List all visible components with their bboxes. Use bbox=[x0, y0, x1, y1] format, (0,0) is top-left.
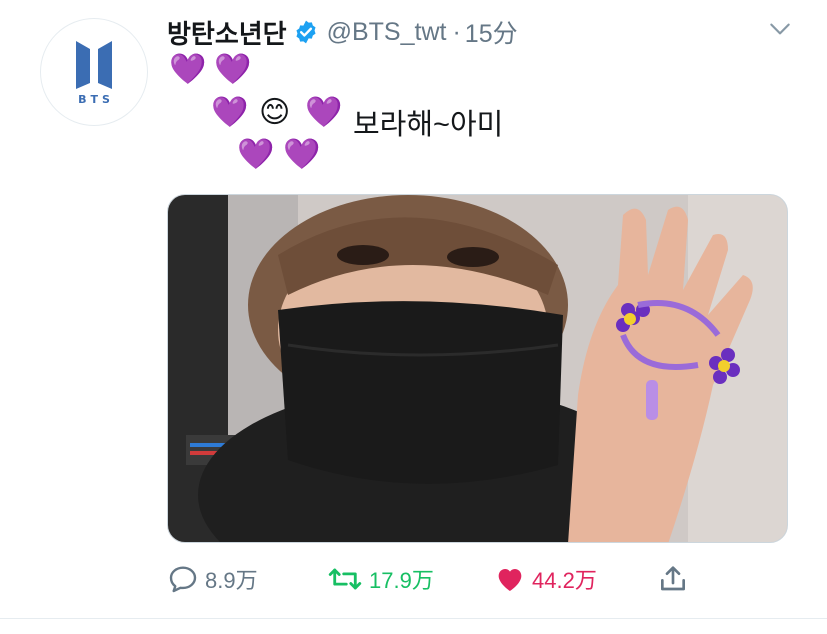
share-button[interactable] bbox=[657, 561, 689, 597]
reply-icon bbox=[169, 566, 197, 593]
heart-filled-icon bbox=[498, 569, 522, 591]
purple-heart-emoji: 💜 bbox=[283, 138, 321, 171]
purple-heart-emoji: 💜 bbox=[214, 53, 252, 86]
purple-heart-emoji: 💜 bbox=[211, 96, 249, 129]
bts-logo-icon bbox=[76, 40, 112, 89]
verified-badge-icon bbox=[293, 19, 319, 45]
retweet-button[interactable]: 17.9万 bbox=[327, 561, 434, 597]
tweet-body: 💜 💜 💜 😊 💜 보라해~아미 💜 💜 bbox=[167, 52, 727, 182]
profile-avatar[interactable]: BTS bbox=[40, 18, 148, 126]
separator-dot: · bbox=[452, 17, 461, 46]
like-button[interactable]: 44.2万 bbox=[494, 561, 597, 597]
bts-logo-text: BTS bbox=[78, 92, 114, 106]
tweet-timestamp[interactable]: 15分 bbox=[465, 14, 518, 50]
reply-button[interactable]: 8.9万 bbox=[167, 561, 258, 597]
share-icon bbox=[661, 566, 685, 591]
purple-heart-emoji: 💜 bbox=[169, 53, 207, 86]
display-name[interactable]: 방탄소년단 bbox=[167, 14, 287, 51]
bottom-divider bbox=[0, 618, 827, 619]
tweet-photo[interactable] bbox=[167, 194, 788, 543]
tweet-text: 보라해~아미 bbox=[353, 109, 504, 141]
like-count: 44.2万 bbox=[532, 568, 597, 593]
smiling-face-emoji: 😊 bbox=[259, 96, 291, 129]
purple-heart-emoji: 💜 bbox=[237, 138, 275, 171]
retweet-count: 17.9万 bbox=[369, 568, 434, 593]
user-handle[interactable]: @BTS_twt bbox=[327, 18, 447, 47]
chevron-down-icon[interactable] bbox=[767, 16, 793, 42]
tweet-actions: 8.9万 17.9万 44.2万 bbox=[167, 561, 727, 601]
purple-heart-emoji: 💜 bbox=[305, 96, 343, 129]
retweet-icon bbox=[328, 568, 362, 590]
reply-count: 8.9万 bbox=[205, 568, 258, 593]
tweet-header: 방탄소년단 @BTS_twt · 15分 bbox=[167, 12, 518, 52]
